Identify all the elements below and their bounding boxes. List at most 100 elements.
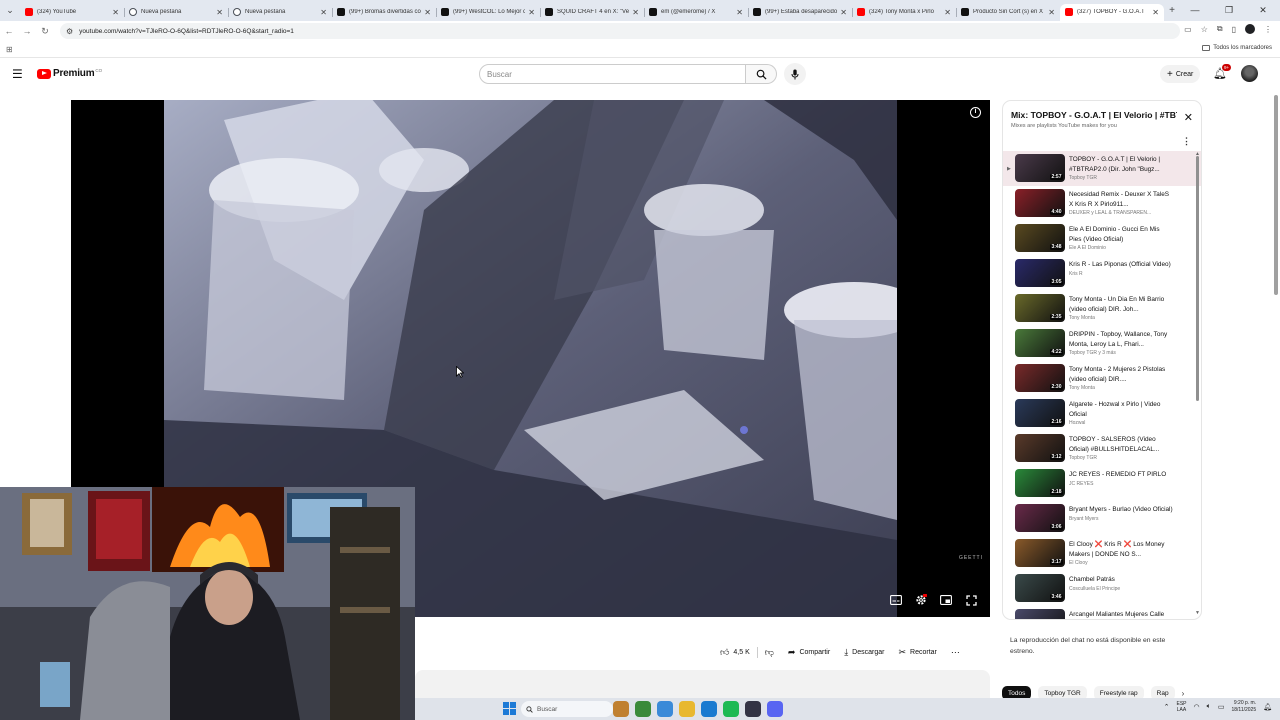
video-thumbnail[interactable]: 4:40 (1015, 189, 1065, 217)
browser-tab[interactable]: (327) TOPBOY - G.O.A.T ✕ (1060, 3, 1164, 21)
tab-close-icon[interactable]: ✕ (528, 8, 535, 17)
taskbar-app-steam-icon[interactable] (745, 701, 761, 717)
browser-tab[interactable]: Nueva pestaña ✕ (228, 4, 332, 21)
browser-tab[interactable]: (99+) Bromas divertidas co ✕ (332, 4, 436, 21)
playlist-scrollbar[interactable] (1196, 156, 1199, 401)
playlist-item[interactable]: 3:06 Bryant Myers - Burlao (Video Oficial… (1003, 501, 1201, 536)
video-title[interactable]: Tony Monta - 2 Mujeres 2 Pistolas (video… (1069, 365, 1173, 384)
search-input[interactable]: Buscar (479, 64, 746, 84)
playlist-item[interactable]: ▶ 2:57 TOPBOY - G.O.A.T | El Velorio | #TB… (1003, 151, 1201, 186)
tray-overflow-icon[interactable]: ⌃ (1164, 703, 1170, 711)
video-title[interactable]: DRIPPIN - Topboy, Wallance, Tony Monta, … (1069, 330, 1173, 349)
browser-tab[interactable]: SQUID CRAFT 4 en X: "Ve ✕ (540, 4, 644, 21)
tab-close-icon[interactable]: ✕ (216, 8, 223, 17)
playlist-item[interactable]: 3:17 El Clooy ❌ Kris R ❌ Los Money Makers… (1003, 536, 1201, 571)
fullscreen-icon[interactable] (964, 594, 978, 606)
taskbar-app-chrome-icon[interactable] (635, 701, 651, 717)
settings-gear-icon[interactable] (914, 594, 928, 606)
browser-tab[interactable]: (99+) Estaba desaparecido ✕ (748, 4, 852, 21)
playlist-item[interactable]: 3:05 Kris R - Las Piponas (Official Video… (1003, 256, 1201, 291)
search-button[interactable] (746, 64, 777, 84)
miniplayer-icon[interactable] (939, 594, 953, 606)
sidebar-icon[interactable]: ▯ (1232, 25, 1236, 34)
playlist-more-icon[interactable]: ⋮ (1182, 136, 1191, 147)
taskbar-app-spotify-icon[interactable] (723, 701, 739, 717)
browser-tab[interactable]: em (@emerome) / X ✕ (644, 4, 748, 21)
video-title[interactable]: El Clooy ❌ Kris R ❌ Los Money Makers | D… (1069, 540, 1173, 559)
dislike-button[interactable]: 👎︎ (758, 643, 781, 661)
playlist-item[interactable]: Arcangel Maliantes Mujeres Calle Pistola… (1003, 606, 1201, 619)
tab-close-icon[interactable]: ✕ (944, 8, 951, 17)
video-thumbnail[interactable]: 2:18 (1015, 469, 1065, 497)
video-thumbnail[interactable]: 3:46 (1015, 574, 1065, 602)
video-title[interactable]: Ele A El Dominio - Gucci En Mis Pies (Vi… (1069, 225, 1173, 244)
tab-close-icon[interactable]: ✕ (112, 8, 119, 17)
video-title[interactable]: Chambel Patrás (1069, 575, 1173, 585)
minimize-icon[interactable]: — (1178, 0, 1212, 21)
video-title[interactable]: TOPBOY - SALSEROS (Video Oficial) #BULLS… (1069, 435, 1173, 454)
tab-close-icon[interactable]: ✕ (632, 8, 639, 17)
playlist-item[interactable]: 4:22 DRIPPIN - Topboy, Wallance, Tony Mon… (1003, 326, 1201, 361)
cast-icon[interactable]: ▭ (1184, 25, 1192, 34)
close-window-icon[interactable]: ✕ (1246, 0, 1280, 21)
video-thumbnail[interactable]: 3:12 (1015, 434, 1065, 462)
clip-button[interactable]: ✂ Recortar (891, 643, 943, 661)
battery-icon[interactable]: ▭ (1218, 703, 1225, 711)
page-scrollbar[interactable] (1274, 95, 1278, 295)
video-title[interactable]: Bryant Myers - Burlao (Video Oficial) (1069, 505, 1173, 515)
reload-icon[interactable]: ↻ (36, 26, 54, 37)
video-title[interactable]: Algarete - Hozwal x Pirlo | Video Oficia… (1069, 400, 1173, 419)
playlist-item[interactable]: 3:48 Ele A El Dominio - Gucci En Mis Pies… (1003, 221, 1201, 256)
taskbar-app-discord-icon[interactable] (767, 701, 783, 717)
info-icon[interactable]: i (970, 107, 981, 118)
browser-tab[interactable]: (324) YouTube ✕ (20, 4, 124, 21)
windows-start-icon[interactable] (503, 702, 516, 715)
account-avatar[interactable] (1241, 65, 1258, 82)
close-playlist-icon[interactable]: ✕ (1184, 111, 1193, 124)
keyboard-language[interactable]: ESP LAA (1177, 701, 1187, 713)
browser-tab[interactable]: Producto Sin Cort (s) en X ✕ (956, 4, 1060, 21)
subtitles-icon[interactable] (889, 594, 903, 606)
browser-tab[interactable]: Nueva pestaña ✕ (124, 4, 228, 21)
playlist-item[interactable]: 2:35 Tony Monta - Un Dia En Mi Barrio (vi… (1003, 291, 1201, 326)
scroll-down-arrow-icon[interactable]: ▼ (1195, 610, 1200, 616)
volume-icon[interactable]: 🔈︎ (1207, 703, 1211, 711)
taskbar-search-field[interactable]: Buscar (521, 701, 613, 717)
create-button[interactable]: + Crear (1160, 65, 1201, 83)
like-button[interactable]: 👍︎ 4,5 K (713, 643, 757, 661)
playlist-item[interactable]: 3:12 TOPBOY - SALSEROS (Video Oficial) #B… (1003, 431, 1201, 466)
playlist-item[interactable]: 3:46 Chambel Patrás Cosculluela El Princip… (1003, 571, 1201, 606)
video-thumbnail[interactable]: 3:05 (1015, 259, 1065, 287)
wifi-icon[interactable]: ◠ (1194, 703, 1200, 711)
playlist-item[interactable]: 2:16 Algarete - Hozwal x Pirlo | Video Of… (1003, 396, 1201, 431)
video-title[interactable]: Arcangel Maliantes Mujeres Calle Pistola… (1069, 610, 1173, 619)
more-actions-button[interactable]: ⋯ (944, 643, 967, 661)
video-thumbnail[interactable]: 2:57 (1015, 154, 1065, 182)
video-thumbnail[interactable]: 3:06 (1015, 504, 1065, 532)
maximize-icon[interactable]: ❐ (1212, 0, 1246, 21)
taskbar-app-folder-icon[interactable] (679, 701, 695, 717)
chips-next-chevron-icon[interactable]: › (1182, 689, 1185, 698)
taskbar-app-copilot-icon[interactable] (657, 701, 673, 717)
tab-close-icon[interactable]: ✕ (1048, 8, 1055, 17)
taskbar-clock[interactable]: 9:20 p. m. 18/11/2025 (1231, 700, 1256, 713)
tab-close-icon[interactable]: ✕ (424, 8, 431, 17)
apps-grid-icon[interactable]: ⊞ (6, 45, 13, 54)
tab-close-icon[interactable]: ✕ (736, 8, 743, 17)
video-thumbnail[interactable]: 2:30 (1015, 364, 1065, 392)
taskbar-app-edge-icon[interactable] (701, 701, 717, 717)
extensions-icon[interactable]: ⧉ (1217, 24, 1223, 34)
site-info-icon[interactable]: ⚙ (66, 27, 73, 36)
video-thumbnail[interactable]: 2:35 (1015, 294, 1065, 322)
forward-icon[interactable]: → (18, 26, 36, 36)
browser-tab[interactable]: (99+) WestCOL: Lo Mejor d ✕ (436, 4, 540, 21)
profile-icon[interactable] (1245, 24, 1255, 34)
url-field[interactable]: ⚙ youtube.com/watch?v=TJleRO-O-6Q&list=R… (60, 23, 1180, 39)
video-title[interactable]: Tony Monta - Un Dia En Mi Barrio (video … (1069, 295, 1173, 314)
video-thumbnail[interactable]: 4:22 (1015, 329, 1065, 357)
description-box[interactable] (415, 670, 990, 698)
video-title[interactable]: TOPBOY - G.O.A.T | El Velorio | #TBTRAP2… (1069, 155, 1173, 174)
video-title[interactable]: Kris R - Las Piponas (Official Video) (1069, 260, 1173, 270)
video-thumbnail[interactable]: 3:17 (1015, 539, 1065, 567)
playlist-title[interactable]: Mix: TOPBOY - G.O.A.T | El Velorio | #TB… (1011, 110, 1177, 120)
